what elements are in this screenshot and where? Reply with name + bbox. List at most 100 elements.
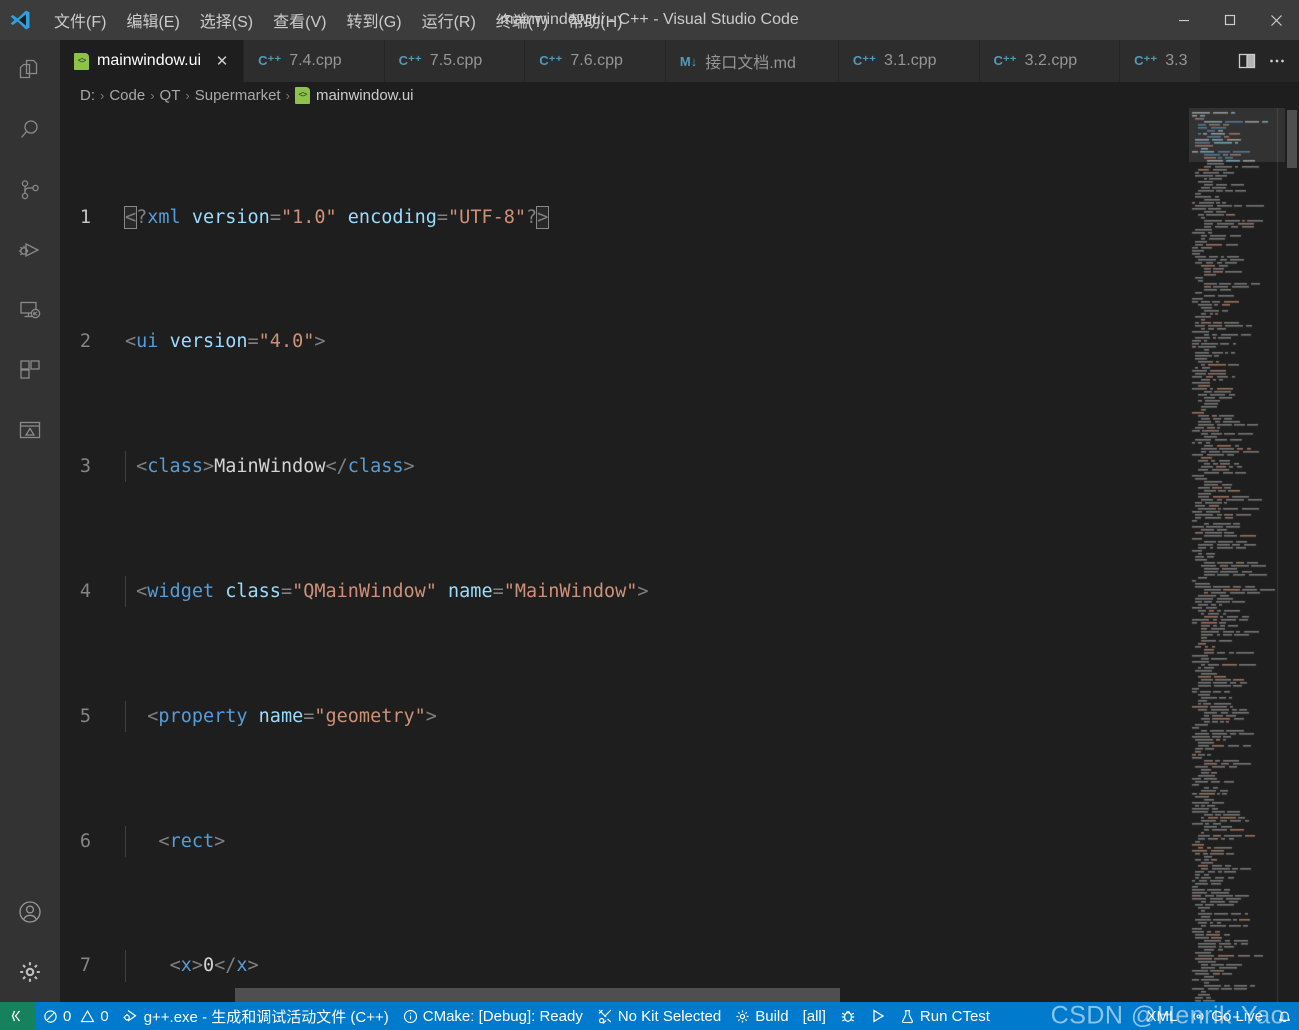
line-number: 1 [79,206,91,228]
close-button[interactable] [1253,0,1299,40]
explorer-icon[interactable] [0,40,60,100]
status-problems[interactable]: 0 0 [36,1002,116,1030]
tab-interface-doc-md[interactable]: M↓ 接口文档.md ✕ [665,40,839,82]
breadcrumb-separator-icon: › [150,87,155,103]
source-control-icon[interactable] [0,160,60,220]
line-number: 5 [79,705,91,727]
tab-label: 接口文档.md [705,55,796,72]
tab-close-icon[interactable]: ✕ [213,52,231,70]
run-and-debug-icon[interactable] [0,220,60,280]
maximize-button[interactable] [1207,0,1253,40]
window-controls [1161,0,1299,40]
breadcrumb-item-drive[interactable]: D: [80,87,95,104]
status-cmake[interactable]: CMake: [Debug]: Ready [396,1002,590,1030]
breadcrumb-separator-icon: › [100,87,105,103]
account-icon[interactable] [0,882,60,942]
tab-3-2-cpp[interactable]: C⁺⁺ 3.2.cpp ✕ [979,40,1121,82]
status-build-button[interactable]: Build [728,1002,795,1030]
breadcrumb-item-qt[interactable]: QT [160,87,181,104]
search-icon[interactable] [0,100,60,160]
code-line: 4 <widget class="QMainWindow" name="Main… [60,576,1189,608]
menu-view[interactable]: 查看(V) [263,5,336,35]
breadcrumb-item-file[interactable]: mainwindow.ui [294,86,414,104]
tab-label: mainwindow.ui [97,52,202,69]
tab-label: 7.6.cpp [570,52,623,69]
breadcrumb: D: › Code › QT › Supermarket › mainwindo… [60,82,1299,108]
markdown-file-icon: M↓ [679,53,698,69]
status-language-mode[interactable]: XML [1139,1002,1184,1030]
code-content: 1 <?xml version="1.0" encoding="UTF-8"?>… [60,108,1189,1002]
more-actions-icon[interactable] [1265,49,1289,73]
split-editor-icon[interactable] [1235,49,1259,73]
error-count: 0 [63,1007,72,1025]
status-run-ctest[interactable]: Run CTest [893,1002,997,1030]
extensions-icon[interactable] [0,340,60,400]
tab-mainwindow-ui[interactable]: mainwindow.ui ✕ [60,40,245,82]
tab-label: 7.5.cpp [429,52,483,69]
status-run-icon[interactable] [863,1002,893,1030]
menu-terminal[interactable]: 终端(T) [486,5,558,35]
status-go-live[interactable]: Go Live [1184,1002,1270,1030]
menu-edit[interactable]: 编辑(E) [116,5,189,35]
status-build-task[interactable]: g++.exe - 生成和调试活动文件 (C++) [116,1002,396,1030]
menu-go[interactable]: 转到(G) [336,5,411,35]
line-text: <x>0</x> [117,950,1189,982]
code-line: 7 <x>0</x> [60,950,1189,982]
warning-count: 0 [100,1007,109,1025]
breadcrumb-separator-icon: › [185,87,190,103]
line-text: <property name="geometry"> [117,700,1189,732]
code-pane[interactable]: 1 <?xml version="1.0" encoding="UTF-8"?>… [60,108,1189,1002]
code-line: 6 <rect> [60,825,1189,857]
language-label: XML [1146,1007,1178,1025]
remote-explorer-icon[interactable] [0,280,60,340]
tab-label: 7.4.cpp [289,52,342,69]
build-task-label: g++.exe - 生成和调试活动文件 (C++) [143,1008,389,1026]
code-line: 3 <class>MainWindow</class> [60,451,1189,483]
line-text: <?xml version="1.0" encoding="UTF-8"?> [123,205,550,229]
title-bar: 文件(F) 编辑(E) 选择(S) 查看(V) 转到(G) 运行(R) 终端(T… [0,0,1299,40]
menu-selection[interactable]: 选择(S) [190,5,263,35]
activity-bar [0,40,60,1002]
cpp-file-icon: C⁺⁺ [1134,53,1158,68]
tab-3-1-cpp[interactable]: C⁺⁺ 3.1.cpp ✕ [838,40,980,82]
line-text: <class>MainWindow</class> [117,451,1189,483]
build-label: Build [755,1007,789,1025]
tab-7-5-cpp[interactable]: C⁺⁺ 7.5.cpp ✕ [384,40,526,82]
ui-file-icon [294,86,310,104]
menu-help[interactable]: 帮助(H) [558,5,632,35]
breadcrumb-item-code[interactable]: Code [109,87,145,104]
minimize-button[interactable] [1161,0,1207,40]
tab-list: mainwindow.ui ✕ C⁺⁺ 7.4.cpp ✕ C⁺⁺ 7.5.cp… [60,40,1225,82]
code-line: 5 <property name="geometry"> [60,700,1189,732]
editor-vertical-scrollbar[interactable] [1285,108,1299,1002]
tab-3-3-cpp[interactable]: C⁺⁺ 3.3 [1120,40,1201,82]
code-line: 2 <ui version="4.0"> [60,326,1189,357]
editor-group: mainwindow.ui ✕ C⁺⁺ 7.4.cpp ✕ C⁺⁺ 7.5.cp… [60,40,1299,1002]
breadcrumb-item-supermarket[interactable]: Supermarket [195,87,281,104]
status-remote-button[interactable] [0,1002,36,1030]
scrollbar-thumb[interactable] [1287,110,1297,168]
tab-7-6-cpp[interactable]: C⁺⁺ 7.6.cpp ✕ [525,40,666,82]
status-kit[interactable]: No Kit Selected [590,1002,728,1030]
status-debug-icon[interactable] [833,1002,863,1030]
minimap-slider[interactable] [1189,108,1285,162]
editor-actions [1225,40,1299,82]
menu-bar: 文件(F) 编辑(E) 选择(S) 查看(V) 转到(G) 运行(R) 终端(T… [44,0,632,40]
editor-horizontal-scrollbar[interactable] [235,988,840,1002]
status-target[interactable]: [all] [796,1002,833,1030]
editor-area: 1 <?xml version="1.0" encoding="UTF-8"?>… [60,108,1299,1002]
settings-gear-icon[interactable] [0,942,60,1002]
status-notifications-bell-icon[interactable] [1270,1002,1299,1030]
line-text: <ui version="4.0"> [125,331,326,353]
line-text: <rect> [117,825,1189,857]
menu-run[interactable]: 运行(R) [412,5,486,35]
testing-icon[interactable] [0,400,60,460]
kit-label: No Kit Selected [617,1007,722,1025]
status-bar-right: XML Go Live [1139,1002,1299,1030]
go-live-label: Go Live [1211,1007,1263,1025]
tab-7-4-cpp[interactable]: C⁺⁺ 7.4.cpp ✕ [244,40,385,82]
menu-file[interactable]: 文件(F) [44,5,116,35]
editor-minimap[interactable] [1189,108,1285,1002]
line-number: 2 [79,331,91,353]
editor-tab-bar: mainwindow.ui ✕ C⁺⁺ 7.4.cpp ✕ C⁺⁺ 7.5.cp… [60,40,1299,82]
